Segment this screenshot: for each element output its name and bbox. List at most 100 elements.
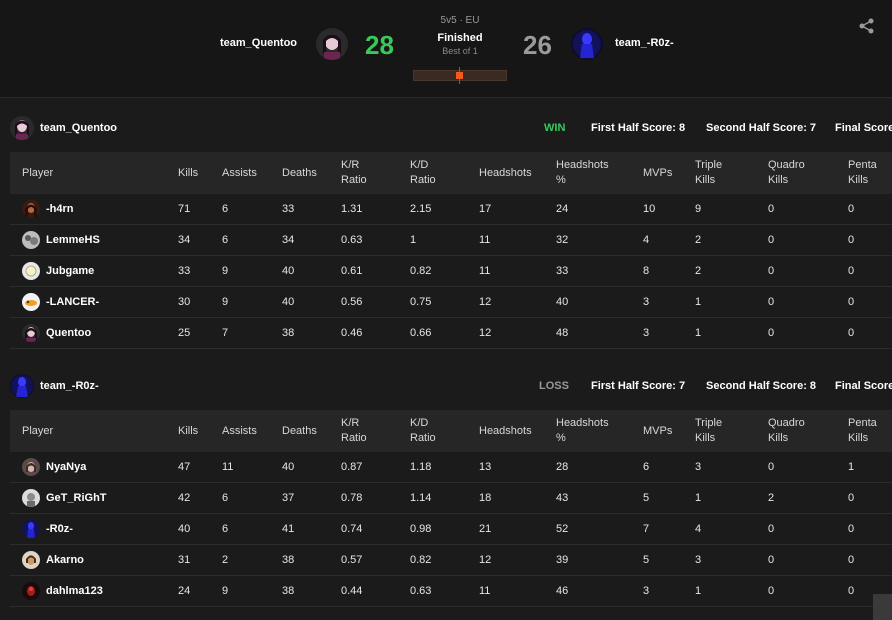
stat-kd: 0.82 [410, 265, 432, 277]
team1-section-name[interactable]: team_Quentoo [40, 122, 117, 134]
player-name[interactable]: Quentoo [46, 327, 91, 339]
col-quadro-kills[interactable]: Quadro Kills [768, 158, 808, 188]
share-icon[interactable] [858, 17, 876, 35]
stat-kr: 0.57 [341, 554, 363, 566]
player-avatar[interactable] [22, 262, 40, 280]
team1-name[interactable]: team_Quentoo [220, 37, 297, 49]
player-avatar[interactable] [22, 489, 40, 507]
stat-deaths: 41 [282, 523, 295, 535]
player-avatar[interactable] [22, 200, 40, 218]
col-kr-ratio[interactable]: K/R Ratio [341, 416, 381, 446]
stat-quadro: 0 [768, 585, 775, 597]
team1-avatar[interactable] [316, 28, 348, 60]
col-triple-kills[interactable]: Triple Kills [695, 158, 735, 188]
table-row[interactable]: Jubgame 33 9 40 0.61 0.82 11 33 8 2 0 0 [10, 256, 892, 287]
match-progress-bar [413, 67, 507, 84]
stat-assists: 2 [222, 554, 229, 566]
stat-triple: 1 [695, 492, 702, 504]
player-avatar[interactable] [22, 551, 40, 569]
team1-first-half: First Half Score: 8 [591, 122, 686, 134]
table-row[interactable]: LemmeHS 34 6 34 0.63 1 11 32 4 2 0 0 [10, 225, 892, 256]
table-row[interactable]: Quentoo 25 7 38 0.46 0.66 12 48 3 1 0 0 [10, 318, 892, 349]
stat-quadro: 0 [768, 234, 775, 246]
match-status: Finished [437, 32, 483, 44]
player-avatar[interactable] [22, 582, 40, 600]
stat-triple: 1 [695, 327, 702, 339]
stat-headshots: 12 [479, 296, 492, 308]
table-row[interactable]: -R0z- 40 6 41 0.74 0.98 21 52 7 4 0 0 [10, 514, 892, 545]
col-deaths[interactable]: Deaths [282, 424, 317, 439]
col-headshots[interactable]: Headshots [479, 424, 532, 439]
stat-kills: 24 [178, 585, 191, 597]
player-name[interactable]: GeT_RiGhT [46, 492, 107, 504]
table-row[interactable]: GeT_RiGhT 42 6 37 0.78 1.14 18 43 5 1 2 … [10, 483, 892, 514]
stat-headshots-pct: 52 [556, 523, 569, 535]
table-row[interactable]: -h4rn 71 6 33 1.31 2.15 17 24 10 9 0 0 [10, 194, 892, 225]
stat-assists: 6 [222, 492, 229, 504]
team1-final-score: Final Score: 15 [835, 122, 892, 134]
stat-kr: 0.61 [341, 265, 363, 277]
player-name[interactable]: -R0z- [46, 523, 73, 535]
col-mvps[interactable]: MVPs [643, 424, 672, 439]
col-player[interactable]: Player [22, 166, 53, 181]
stat-quadro: 0 [768, 327, 775, 339]
chat-widget-icon[interactable] [873, 594, 892, 620]
stat-kr: 0.46 [341, 327, 363, 339]
player-name[interactable]: dahlma123 [46, 585, 103, 597]
table-row[interactable]: -LANCER- 30 9 40 0.56 0.75 12 40 3 1 0 0 [10, 287, 892, 318]
player-avatar[interactable] [22, 520, 40, 538]
team2-avatar[interactable] [571, 28, 603, 60]
stat-assists: 9 [222, 296, 229, 308]
col-headshots[interactable]: Headshots [479, 166, 532, 181]
col-player[interactable]: Player [22, 424, 53, 439]
col-quadro-kills[interactable]: Quadro Kills [768, 416, 808, 446]
col-mvps[interactable]: MVPs [643, 166, 672, 181]
team2-section-name[interactable]: team_-R0z- [40, 380, 99, 392]
stat-triple: 3 [695, 461, 702, 473]
team1-section-avatar[interactable] [10, 116, 34, 140]
player-name[interactable]: -h4rn [46, 203, 74, 215]
stat-deaths: 40 [282, 296, 295, 308]
stat-headshots: 12 [479, 327, 492, 339]
stat-kd: 0.66 [410, 327, 432, 339]
player-name[interactable]: Jubgame [46, 265, 94, 277]
stat-kd: 1.18 [410, 461, 432, 473]
table-row[interactable]: dahlma123 24 9 38 0.44 0.63 11 46 3 1 0 … [10, 576, 892, 607]
table-row[interactable]: NyaNya 47 11 40 0.87 1.18 13 28 6 3 0 1 [10, 452, 892, 483]
team1-stats-header: team_Quentoo WIN First Half Score: 8 Sec… [0, 113, 892, 143]
col-kd-ratio[interactable]: K/D Ratio [410, 416, 450, 446]
col-deaths[interactable]: Deaths [282, 166, 317, 181]
stat-kills: 42 [178, 492, 191, 504]
team2-first-half: First Half Score: 7 [591, 380, 686, 392]
player-avatar[interactable] [22, 324, 40, 342]
team2-section-avatar[interactable] [10, 374, 34, 398]
col-kills[interactable]: Kills [178, 424, 198, 439]
player-name[interactable]: LemmeHS [46, 234, 100, 246]
stat-penta: 0 [848, 234, 855, 246]
stat-mvps: 5 [643, 554, 650, 566]
col-headshots-pct[interactable]: Headshots % [556, 158, 616, 188]
player-name[interactable]: NyaNya [46, 461, 86, 473]
col-kd-ratio[interactable]: K/D Ratio [410, 158, 450, 188]
col-kr-ratio[interactable]: K/R Ratio [341, 158, 381, 188]
col-penta-kills[interactable]: Penta Kills [848, 416, 888, 446]
stat-kd: 1 [410, 234, 417, 246]
col-headshots-pct[interactable]: Headshots % [556, 416, 616, 446]
col-triple-kills[interactable]: Triple Kills [695, 416, 735, 446]
col-penta-kills[interactable]: Penta Kills [848, 158, 888, 188]
col-assists[interactable]: Assists [222, 166, 257, 181]
stat-mvps: 3 [643, 296, 650, 308]
stat-kills: 34 [178, 234, 191, 246]
team2-name[interactable]: team_-R0z- [615, 37, 674, 49]
player-name[interactable]: -LANCER- [46, 296, 99, 308]
table-row[interactable]: Akarno 31 2 38 0.57 0.82 12 39 5 3 0 0 [10, 545, 892, 576]
match-type: 5v5 · EU [440, 15, 480, 26]
col-assists[interactable]: Assists [222, 424, 257, 439]
player-avatar[interactable] [22, 231, 40, 249]
player-avatar[interactable] [22, 458, 40, 476]
player-avatar[interactable] [22, 293, 40, 311]
col-kills[interactable]: Kills [178, 166, 198, 181]
stat-triple: 2 [695, 265, 702, 277]
player-name[interactable]: Akarno [46, 554, 84, 566]
stat-triple: 1 [695, 296, 702, 308]
